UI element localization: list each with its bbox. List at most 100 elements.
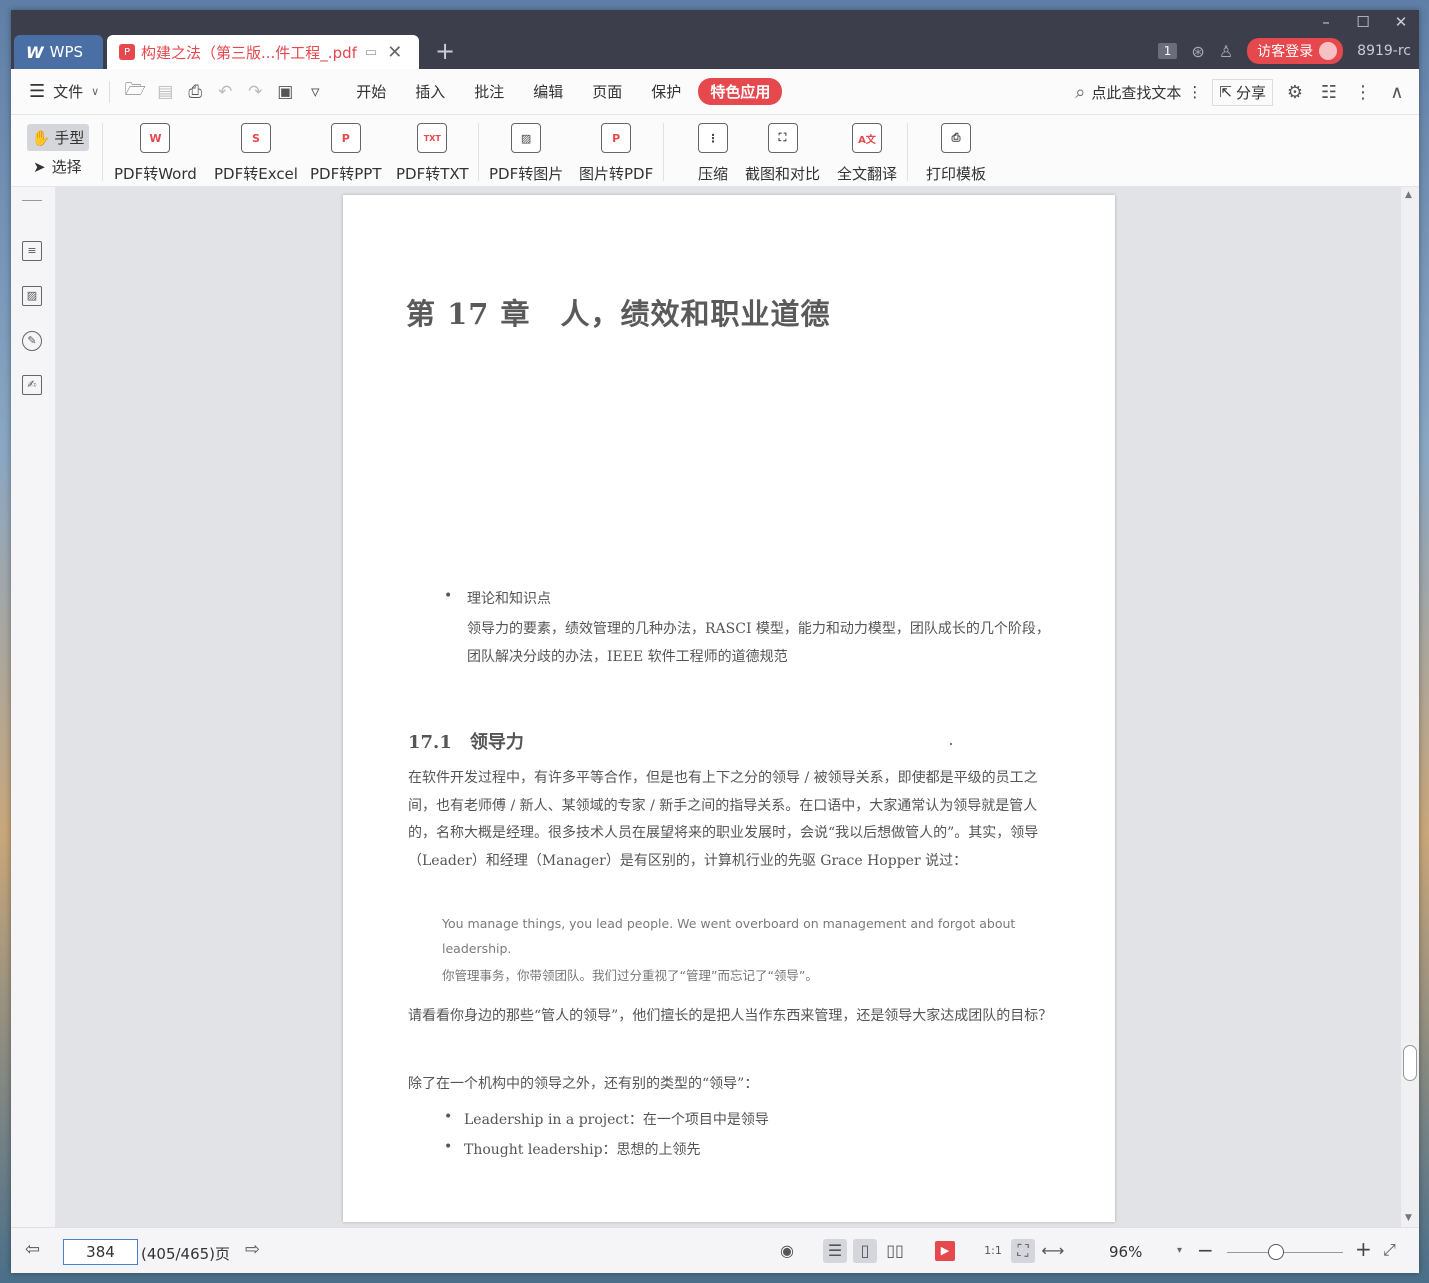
- quote-chinese: 你管理事务，你带领团队。我们过分重视了“管理”而忘记了“领导”。: [442, 968, 818, 983]
- export-image-icon[interactable]: ▣: [270, 82, 300, 102]
- document-area[interactable]: 第 17 章 人，绩效和职业道德 • 理论和知识点 领导力的要素，绩效管理的几种…: [56, 187, 1419, 1227]
- ribbon: ✋ 手型 ➤ 选择 W PDF转Word S PDF转Excel P PDF转P…: [11, 115, 1419, 187]
- redo-icon[interactable]: ↷: [240, 82, 270, 102]
- open-folder-icon[interactable]: 🗁: [120, 77, 150, 106]
- zoom-out-icon[interactable]: −: [1197, 1238, 1214, 1262]
- bullet: •: [444, 1139, 453, 1155]
- vertical-scrollbar[interactable]: ▲ ▼: [1401, 187, 1419, 1227]
- paragraph-3: 除了在一个机构中的领导之外，还有别的类型的“领导”：: [408, 1076, 759, 1092]
- fullscreen-icon[interactable]: ⤢: [1383, 1240, 1396, 1260]
- screenshot-compare-button[interactable]: ⛶ 截图和对比: [745, 123, 820, 184]
- pdf-to-excel-button[interactable]: S PDF转Excel: [214, 123, 298, 184]
- zoom-dropdown-icon[interactable]: ▾: [1177, 1245, 1182, 1256]
- chapter-title: 第 17 章 人，绩效和职业道德: [406, 297, 831, 331]
- zoom-slider-handle[interactable]: [1267, 1244, 1284, 1260]
- tab-wps-home[interactable]: W WPS: [14, 35, 103, 69]
- page-number-input[interactable]: [63, 1239, 138, 1265]
- zoom-slider[interactable]: [1227, 1252, 1343, 1253]
- tab-start[interactable]: 开始: [344, 77, 398, 106]
- pdf-to-word-icon: W: [140, 123, 171, 153]
- divider: [478, 123, 479, 181]
- monitor-icon[interactable]: ▭: [365, 45, 377, 60]
- knowledge-point-heading: 理论和知识点: [467, 591, 551, 607]
- print-template-label: 打印模板: [926, 165, 987, 183]
- file-menu[interactable]: ☰ 文件 ∨: [29, 81, 99, 102]
- two-page-icon[interactable]: ▯▯: [883, 1239, 907, 1263]
- tab-document[interactable]: P 构建之法（第三版...件工程_.pdf ▭ ✕: [107, 35, 419, 69]
- actual-size-icon[interactable]: 1:1: [981, 1239, 1005, 1263]
- fit-width-icon[interactable]: ⟷: [1041, 1239, 1065, 1263]
- scroll-thumb[interactable]: [1403, 1045, 1417, 1081]
- scan-speck: [950, 743, 952, 745]
- pdf-to-txt-button[interactable]: TXT PDF转TXT: [396, 123, 469, 184]
- save-icon[interactable]: ▤: [150, 82, 180, 102]
- next-page-icon[interactable]: ⇨: [245, 1239, 260, 1260]
- play-slideshow-icon[interactable]: ▶: [935, 1241, 955, 1261]
- print-icon[interactable]: ⎙: [180, 82, 210, 102]
- pdf-to-word-label: PDF转Word: [114, 165, 197, 183]
- guest-login-button[interactable]: 访客登录: [1247, 38, 1344, 64]
- comment-icon[interactable]: ☷: [1317, 82, 1341, 103]
- skin-icon[interactable]: ⊛: [1191, 42, 1204, 61]
- select-tool-button[interactable]: ➤ 选择: [33, 156, 82, 177]
- prev-page-icon[interactable]: ⇦: [25, 1239, 40, 1260]
- find-text-button[interactable]: ⌕ 点此查找文本 ⋮: [1075, 82, 1202, 103]
- undo-icon[interactable]: ↶: [210, 82, 240, 102]
- tab-edit[interactable]: 编辑: [521, 77, 575, 106]
- more-options-icon[interactable]: ⋮: [1351, 82, 1375, 103]
- tab-wps-label: WPS: [49, 43, 84, 61]
- pdf-to-ppt-icon: P: [330, 123, 361, 153]
- divider: [102, 123, 103, 181]
- hand-tool-button[interactable]: ✋ 手型: [27, 124, 89, 151]
- wps-window: – ☐ ✕ W WPS P 构建之法（第三版...件工程_.pdf ▭ ✕ + …: [11, 10, 1419, 1273]
- tab-special-apps[interactable]: 特色应用: [698, 78, 783, 105]
- share-icon: ⇱: [1219, 83, 1232, 101]
- close-tab-icon[interactable]: ✕: [387, 42, 402, 63]
- collapse-ribbon-icon[interactable]: ∧: [1385, 82, 1409, 103]
- outline-icon[interactable]: ≡: [22, 241, 42, 261]
- fit-page-icon[interactable]: ⛶: [1011, 1239, 1035, 1263]
- more-vertical-icon[interactable]: ⋮: [1187, 83, 1202, 101]
- share-button[interactable]: ⇱ 分享: [1212, 78, 1273, 106]
- bullet: •: [444, 588, 453, 604]
- thumbnail-icon[interactable]: ▨: [22, 286, 42, 306]
- print-template-button[interactable]: ⎙ 打印模板: [926, 123, 986, 184]
- list-item: Thought leadership：思想的上领先: [464, 1142, 701, 1158]
- minimize-icon[interactable]: –: [1311, 13, 1341, 31]
- image-to-pdf-button[interactable]: P 图片转PDF: [579, 123, 653, 184]
- page-total: (405/465)页: [141, 1245, 231, 1263]
- close-window-icon[interactable]: ✕: [1386, 13, 1416, 31]
- pdf-to-txt-label: PDF转TXT: [396, 165, 469, 183]
- tab-page[interactable]: 页面: [580, 77, 634, 106]
- sidebar-grip[interactable]: [22, 200, 42, 201]
- tab-insert[interactable]: 插入: [403, 77, 457, 106]
- compress-button[interactable]: ⋮ 压缩: [698, 123, 728, 184]
- more-dropdown-icon[interactable]: ▿: [300, 82, 330, 102]
- tab-annotate[interactable]: 批注: [462, 77, 516, 106]
- avatar-icon: [1319, 42, 1338, 60]
- new-tab-button[interactable]: +: [435, 37, 455, 65]
- annotation-pen-icon[interactable]: ✎: [22, 331, 42, 351]
- full-translate-button[interactable]: A文 全文翻译: [837, 123, 897, 184]
- pdf-to-image-button[interactable]: ▨ PDF转图片: [489, 123, 563, 184]
- continuous-view-icon[interactable]: ☰: [823, 1239, 847, 1263]
- signature-icon[interactable]: ✍: [22, 375, 42, 395]
- page-count-badge[interactable]: 1: [1157, 43, 1178, 59]
- pdf-page[interactable]: 第 17 章 人，绩效和职业道德 • 理论和知识点 领导力的要素，绩效管理的几种…: [343, 195, 1115, 1222]
- pdf-to-word-button[interactable]: W PDF转Word: [114, 123, 197, 184]
- eye-protection-icon[interactable]: ◉: [775, 1239, 799, 1263]
- maximize-icon[interactable]: ☐: [1348, 13, 1378, 31]
- zoom-in-icon[interactable]: +: [1355, 1237, 1372, 1261]
- compress-label: 压缩: [698, 165, 729, 183]
- zoom-level[interactable]: 96%: [1109, 1243, 1142, 1261]
- divider: [109, 80, 111, 103]
- pdf-to-ppt-button[interactable]: P PDF转PPT: [310, 123, 381, 184]
- zip-icon: ⋮: [698, 123, 728, 153]
- settings-gear-icon[interactable]: ⚙: [1283, 82, 1307, 103]
- scroll-down-icon[interactable]: ▼: [1405, 1213, 1412, 1223]
- single-page-icon[interactable]: ▯: [853, 1239, 877, 1263]
- scroll-up-icon[interactable]: ▲: [1405, 190, 1412, 200]
- shirt-icon[interactable]: ♙: [1219, 42, 1233, 61]
- bullet: •: [444, 1109, 453, 1125]
- tab-protect[interactable]: 保护: [639, 77, 693, 106]
